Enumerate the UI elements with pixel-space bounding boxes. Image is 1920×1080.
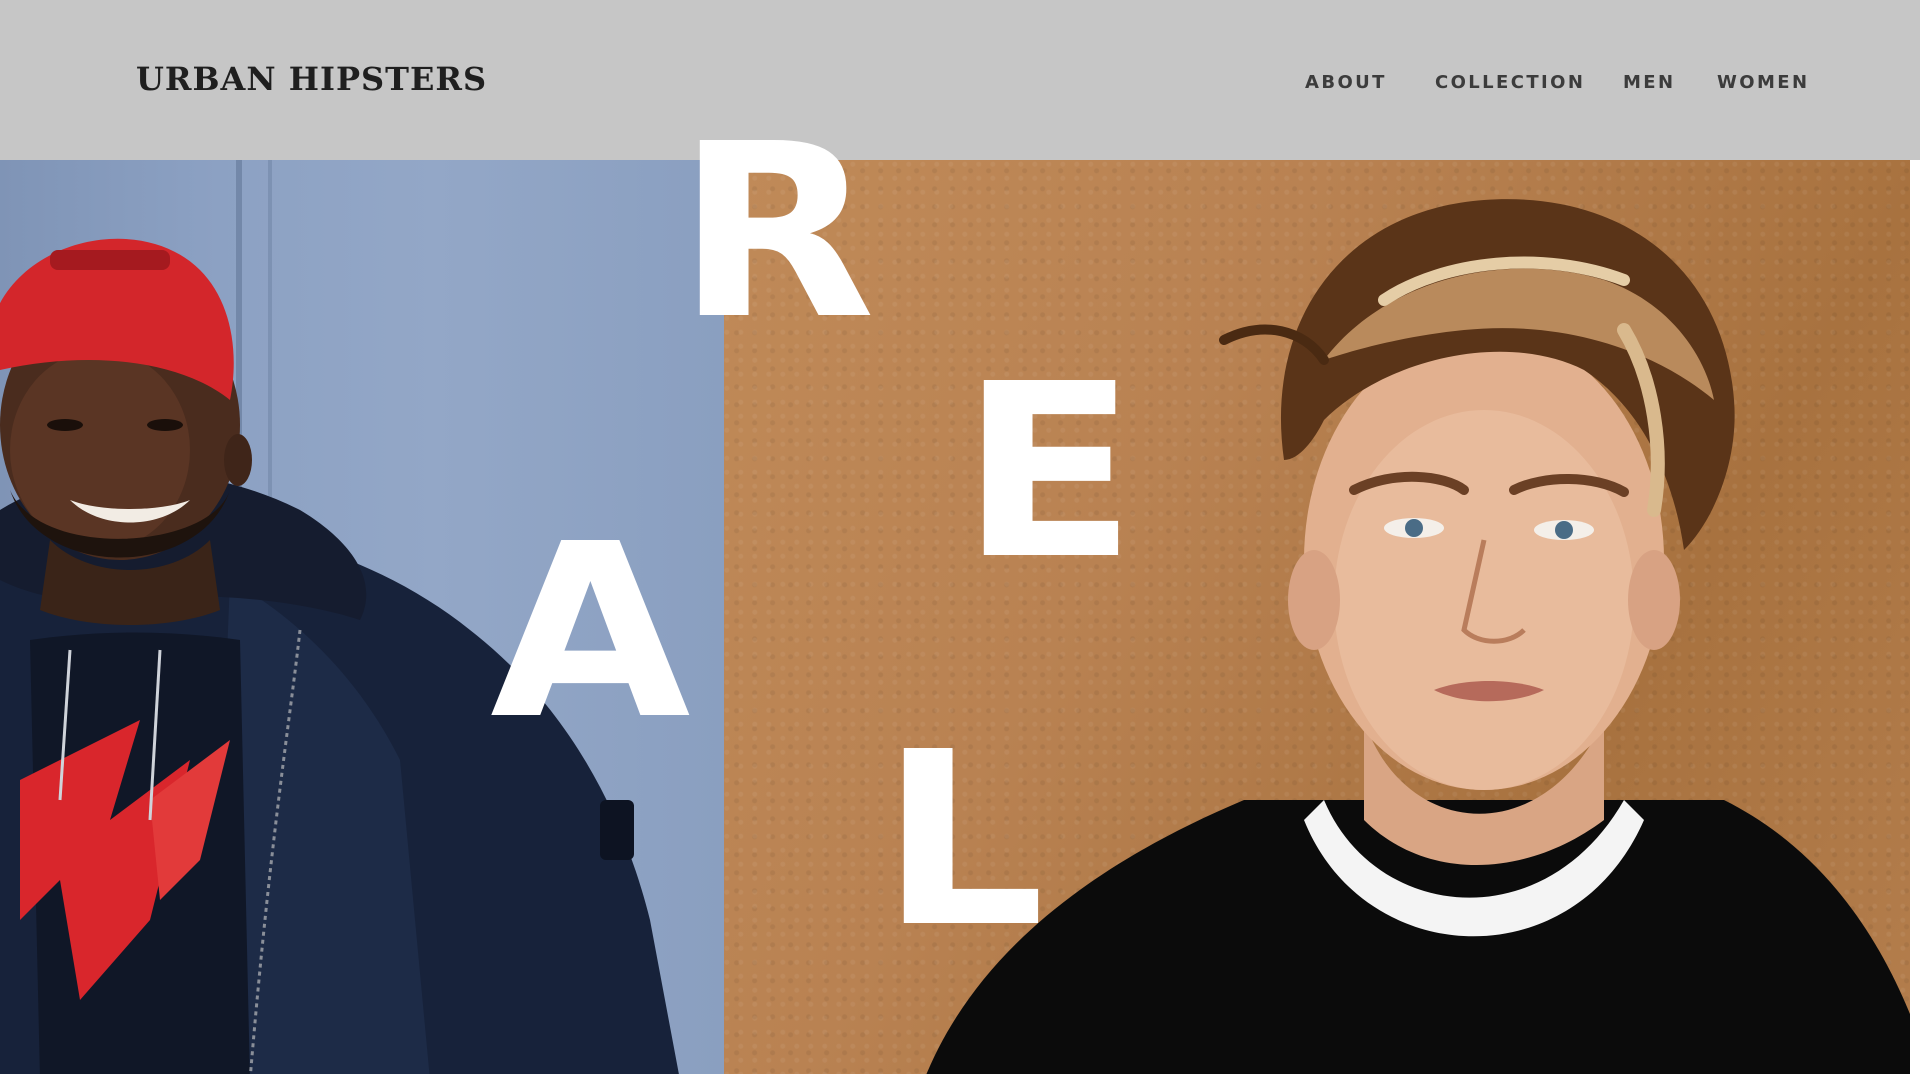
nav-item-men[interactable]: MEN: [1623, 72, 1675, 93]
hero-letter-a: A: [490, 492, 691, 772]
nav-item-about[interactable]: ABOUT: [1305, 72, 1387, 93]
hero-letter-e: E: [960, 332, 1138, 612]
nav-item-women[interactable]: WOMEN: [1717, 72, 1809, 93]
hero-letter-r: R: [676, 92, 876, 372]
page-edge-bottom: [0, 1074, 1920, 1080]
landing-page: URBAN HIPSTERS ABOUT COLLECTION MEN WOME…: [0, 0, 1920, 1080]
main-nav: ABOUT COLLECTION MEN WOMEN: [0, 72, 1920, 96]
hero-letter-l: L: [880, 700, 1046, 980]
site-header: URBAN HIPSTERS ABOUT COLLECTION MEN WOME…: [0, 0, 1920, 160]
page-edge-right: [1910, 160, 1920, 1080]
nav-item-collection[interactable]: COLLECTION: [1435, 72, 1585, 93]
